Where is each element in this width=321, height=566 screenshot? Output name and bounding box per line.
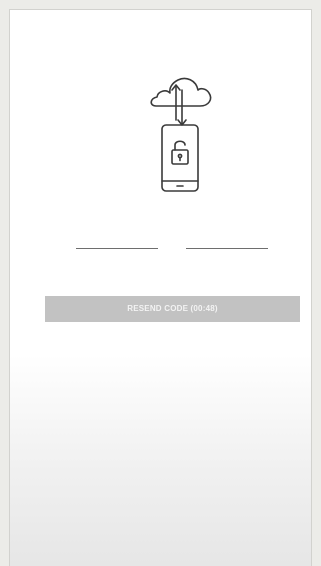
cloud-icon bbox=[150, 77, 212, 107]
verification-panel: RESEND CODE (00:48) bbox=[9, 9, 312, 566]
sync-arrows-icon bbox=[171, 84, 187, 126]
resend-code-button[interactable]: RESEND CODE (00:48) bbox=[45, 296, 300, 322]
cloud-sync-phone-lock-icon bbox=[150, 77, 212, 192]
padlock-icon bbox=[171, 140, 189, 165]
code-input-line-1[interactable] bbox=[76, 248, 158, 249]
code-input-line-2[interactable] bbox=[186, 248, 268, 249]
